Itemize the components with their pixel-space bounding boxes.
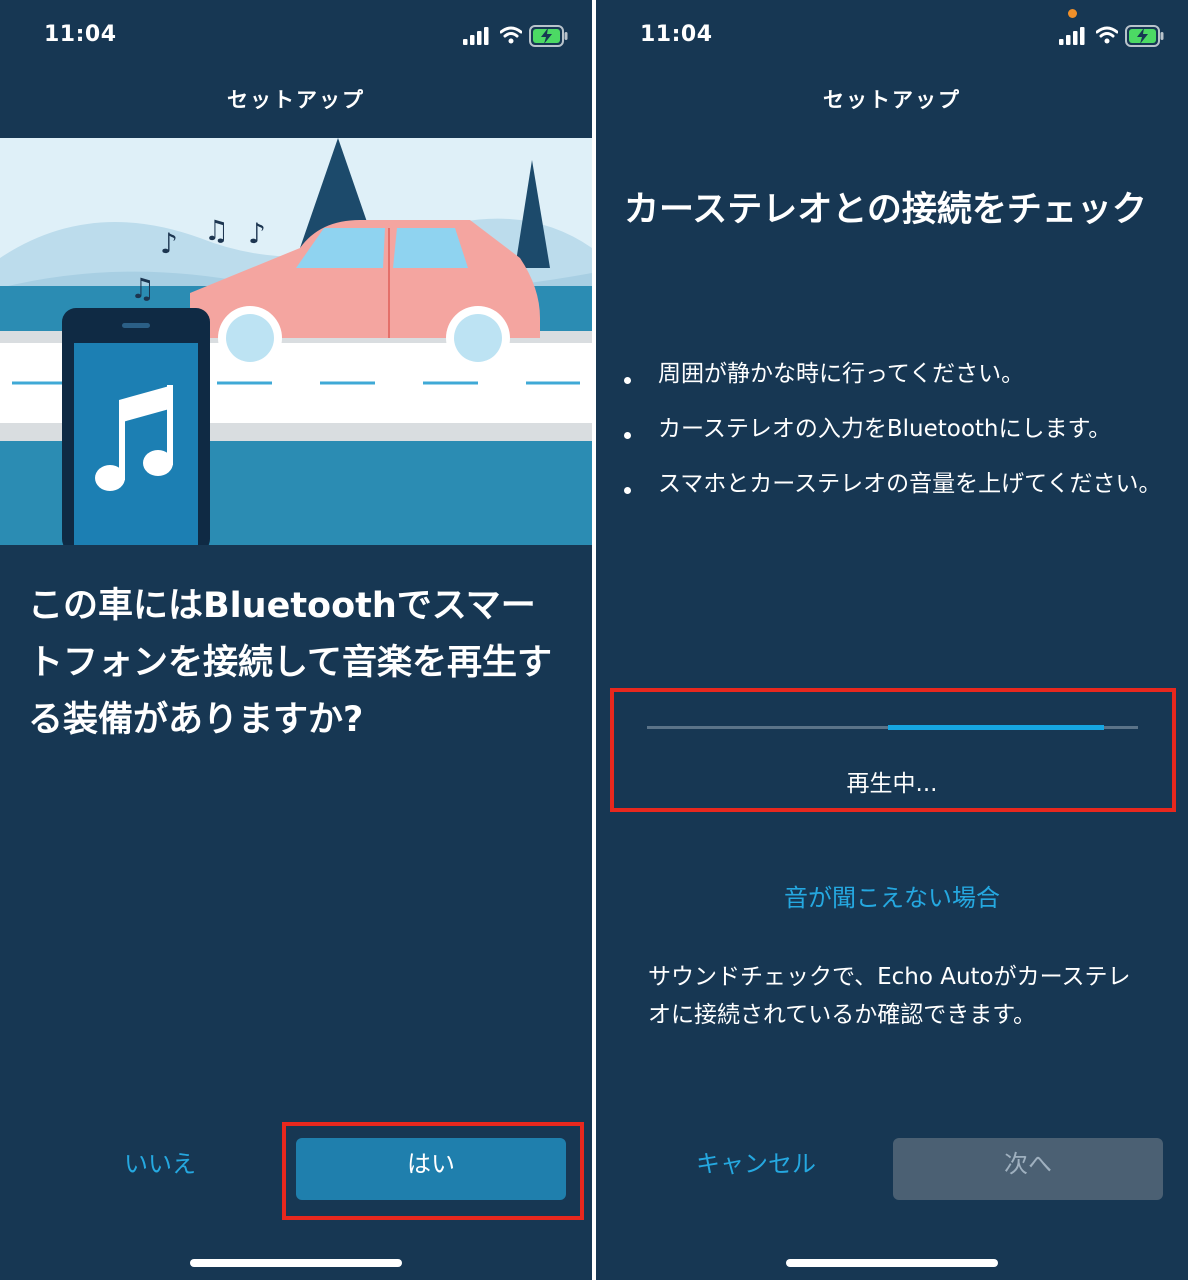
next-button[interactable]: 次へ	[893, 1138, 1163, 1200]
svg-text:♪: ♪	[248, 217, 266, 250]
wifi-icon	[500, 26, 522, 44]
yes-button[interactable]: はい	[296, 1138, 566, 1200]
cant-hear-sound-link[interactable]: 音が聞こえない場合	[596, 878, 1188, 913]
status-time: 11:04	[44, 22, 117, 47]
bluetooth-question: この車にはBluetoothでスマートフォンを接続して音楽を再生する装備がありま…	[28, 586, 552, 740]
bullet-icon	[624, 377, 631, 384]
signal-icon	[463, 27, 489, 45]
battery-charging-icon	[1125, 25, 1164, 47]
progress-label: 再生中...	[846, 771, 938, 797]
mic-in-use-indicator	[1068, 9, 1077, 18]
home-indicator	[190, 1259, 402, 1267]
cancel-button[interactable]: キャンセル	[656, 1140, 856, 1188]
list-item: 周囲が静かな時に行ってください。	[624, 355, 1164, 393]
wifi-icon	[1096, 26, 1118, 44]
battery-charging-icon	[529, 25, 568, 47]
instruction-list: 周囲が静かな時に行ってください。 カーステレオの入力をBluetoothにします…	[624, 355, 1164, 520]
status-bar: 11:04	[596, 0, 1188, 72]
status-bar: 11:04	[0, 0, 592, 72]
instruction-text: 周囲が静かな時に行ってください。	[658, 361, 1025, 387]
svg-text:♫: ♫	[130, 272, 155, 305]
sound-check-heading: カーステレオとの接続をチェック	[624, 190, 1147, 230]
nav-title: セットアップ	[823, 88, 961, 112]
no-button[interactable]: いいえ	[60, 1140, 260, 1188]
instruction-text: カーステレオの入力をBluetoothにします。	[658, 416, 1112, 442]
bullet-icon	[624, 487, 631, 494]
signal-icon	[1059, 27, 1085, 45]
svg-text:♪: ♪	[160, 227, 178, 260]
home-indicator	[786, 1259, 998, 1267]
playback-progress-bar	[647, 725, 1138, 730]
setup-screen-right: 11:04 セットアップ カーステレオとの接続をチェック 周囲が静かな時に行って…	[596, 0, 1188, 1280]
status-time: 11:04	[640, 22, 713, 47]
progress-fill	[887, 725, 1104, 730]
svg-text:♫: ♫	[204, 214, 229, 247]
list-item: カーステレオの入力をBluetoothにします。	[624, 410, 1164, 448]
phone-music-car-illustration: ♪ ♫ ♪ ♫	[0, 138, 592, 545]
nav-title: セットアップ	[227, 88, 365, 112]
sound-check-description: サウンドチェックで、Echo Autoがカーステレオに接続されているか確認できま…	[648, 964, 1131, 1028]
setup-screen-left: 11:04 セットアップ ♪ ♫ ♪ ♫ この車にはBluetoothでスマート…	[0, 0, 592, 1280]
instruction-text: スマホとカーステレオの音量を上げてください。	[658, 471, 1162, 497]
bullet-icon	[624, 432, 631, 439]
list-item: スマホとカーステレオの音量を上げてください。	[624, 465, 1164, 503]
